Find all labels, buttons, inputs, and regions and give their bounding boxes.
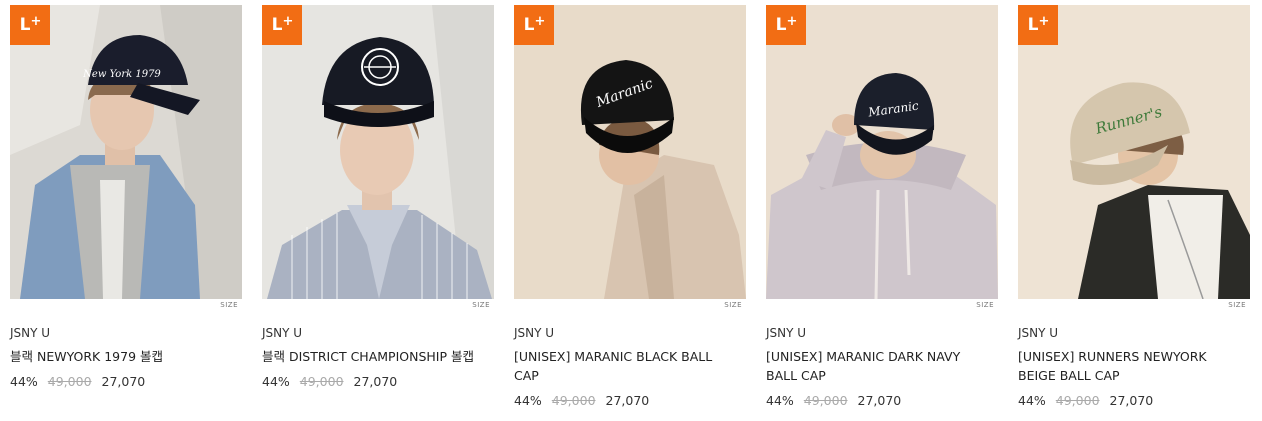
sale-price: 27,070 <box>605 393 650 408</box>
badge-plus: + <box>786 13 797 29</box>
original-price: 49,000 <box>47 374 92 389</box>
discount-rate: 44% <box>10 374 38 389</box>
product-grid: New York 1979 L + SIZE JSNY U 블랙 NEWYORK … <box>0 0 1262 421</box>
price-row: 44% 49,000 27,070 <box>262 374 494 390</box>
product-name[interactable]: [UNISEX] MARANIC DARK NAVY BALL CAP <box>766 347 986 385</box>
price-row: 44% 49,000 27,070 <box>10 374 242 390</box>
product-photo <box>262 5 494 299</box>
original-price: 49,000 <box>551 393 596 408</box>
product-card[interactable]: Maranic L + SIZE JSNY U [UNISEX] MARANIC … <box>766 5 998 409</box>
badge-plus: + <box>1038 13 1049 29</box>
discount-rate: 44% <box>766 393 794 408</box>
product-card[interactable]: L + SIZE JSNY U 블랙 DISTRICT CHAMPIONSHIP … <box>262 5 494 390</box>
sale-price: 27,070 <box>353 374 398 389</box>
l-plus-badge: L + <box>514 5 554 45</box>
badge-letter: L <box>775 15 787 35</box>
size-label[interactable]: SIZE <box>472 301 490 309</box>
discount-rate: 44% <box>1018 393 1046 408</box>
product-card[interactable]: New York 1979 L + SIZE JSNY U 블랙 NEWYORK … <box>10 5 242 390</box>
badge-plus: + <box>282 13 293 29</box>
product-image[interactable]: New York 1979 L + <box>10 5 242 299</box>
brand-name[interactable]: JSNY U <box>514 325 746 341</box>
brand-name[interactable]: JSNY U <box>262 325 494 341</box>
l-plus-badge: L + <box>262 5 302 45</box>
sale-price: 27,070 <box>857 393 902 408</box>
size-label[interactable]: SIZE <box>1228 301 1246 309</box>
original-price: 49,000 <box>803 393 848 408</box>
product-name[interactable]: 블랙 NEWYORK 1979 볼캡 <box>10 347 230 366</box>
price-row: 44% 49,000 27,070 <box>766 393 998 409</box>
l-plus-badge: L + <box>1018 5 1058 45</box>
product-name[interactable]: [UNISEX] RUNNERS NEWYORK BEIGE BALL CAP <box>1018 347 1238 385</box>
size-label[interactable]: SIZE <box>220 301 238 309</box>
badge-plus: + <box>30 13 41 29</box>
product-image[interactable]: Maranic L + <box>514 5 746 299</box>
sale-price: 27,070 <box>101 374 146 389</box>
size-label[interactable]: SIZE <box>976 301 994 309</box>
product-card[interactable]: Runner's L + SIZE JSNY U [UNISEX] RUNNERS… <box>1018 5 1250 409</box>
badge-letter: L <box>271 15 283 35</box>
size-label[interactable]: SIZE <box>724 301 742 309</box>
product-image[interactable]: Maranic L + <box>766 5 998 299</box>
price-row: 44% 49,000 27,070 <box>514 393 746 409</box>
product-photo: Runner's <box>1018 5 1250 299</box>
price-row: 44% 49,000 27,070 <box>1018 393 1250 409</box>
product-photo: New York 1979 <box>10 5 242 299</box>
svg-text:New York 1979: New York 1979 <box>82 69 161 80</box>
product-image[interactable]: L + <box>262 5 494 299</box>
badge-letter: L <box>1027 15 1039 35</box>
product-name[interactable]: [UNISEX] MARANIC BLACK BALL CAP <box>514 347 734 385</box>
original-price: 49,000 <box>1055 393 1100 408</box>
discount-rate: 44% <box>262 374 290 389</box>
product-image[interactable]: Runner's L + <box>1018 5 1250 299</box>
original-price: 49,000 <box>299 374 344 389</box>
badge-letter: L <box>19 15 31 35</box>
product-name[interactable]: 블랙 DISTRICT CHAMPIONSHIP 볼캡 <box>262 347 482 366</box>
brand-name[interactable]: JSNY U <box>1018 325 1250 341</box>
l-plus-badge: L + <box>766 5 806 45</box>
brand-name[interactable]: JSNY U <box>10 325 242 341</box>
discount-rate: 44% <box>514 393 542 408</box>
l-plus-badge: L + <box>10 5 50 45</box>
sale-price: 27,070 <box>1109 393 1154 408</box>
product-photo: Maranic <box>766 5 998 299</box>
badge-letter: L <box>523 15 535 35</box>
badge-plus: + <box>534 13 545 29</box>
product-photo: Maranic <box>514 5 746 299</box>
product-card[interactable]: Maranic L + SIZE JSNY U [UNISEX] MARANIC … <box>514 5 746 409</box>
brand-name[interactable]: JSNY U <box>766 325 998 341</box>
